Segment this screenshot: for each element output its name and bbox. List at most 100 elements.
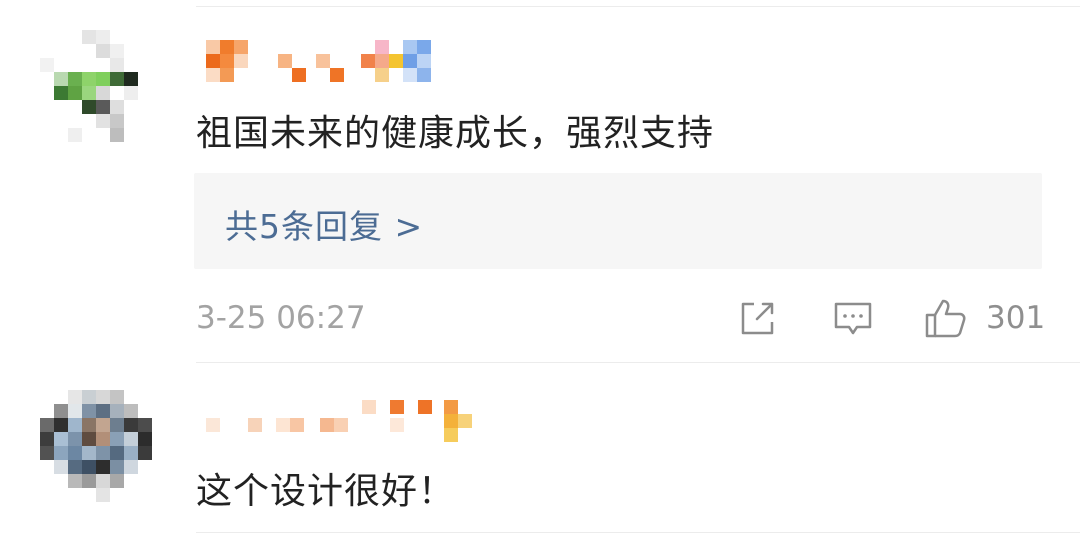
- avatar-pixel: [110, 418, 124, 432]
- avatar-pixel: [96, 446, 110, 460]
- avatar-pixel: [138, 432, 152, 446]
- username-pixel: [375, 54, 389, 68]
- like-count: 301: [986, 300, 1046, 336]
- username-pixel: [444, 414, 458, 428]
- username-pixel: [220, 40, 234, 54]
- avatar-pixel: [68, 432, 82, 446]
- avatar-pixel: [82, 474, 96, 488]
- comment-text: 祖国未来的健康成长，强烈支持: [196, 113, 715, 154]
- username-pixel: [361, 54, 375, 68]
- username-pixel: [316, 54, 330, 68]
- avatar-pixel: [96, 86, 110, 100]
- comment-text: 这个设计很好！: [196, 471, 456, 512]
- avatar-pixel: [124, 72, 138, 86]
- avatar-pixel: [110, 474, 124, 488]
- username-pixel: [458, 414, 472, 428]
- username-pixel: [320, 418, 334, 432]
- username-pixel: [276, 418, 290, 432]
- comment-icon: [834, 302, 872, 335]
- username-pixel: [417, 68, 431, 82]
- avatar-pixel: [96, 44, 110, 58]
- username-pixel: [418, 400, 432, 414]
- avatar-pixel: [82, 460, 96, 474]
- avatar-pixel: [110, 114, 124, 128]
- avatar-pixel: [96, 460, 110, 474]
- avatar-pixel: [96, 390, 110, 404]
- username-pixel: [206, 418, 220, 432]
- avatar-pixel: [110, 390, 124, 404]
- avatar-pixel: [124, 446, 138, 460]
- username-pixel: [220, 68, 234, 82]
- replies-box[interactable]: 共5条回复 >: [194, 173, 1042, 269]
- avatar-pixel: [96, 30, 110, 44]
- username-pixel: [403, 40, 417, 54]
- avatar-pixel: [68, 474, 82, 488]
- avatar-pixel: [54, 460, 68, 474]
- avatar-pixel: [82, 100, 96, 114]
- share-icon: [741, 302, 774, 335]
- bottom-divider: [196, 532, 1080, 533]
- avatar-pixel: [96, 72, 110, 86]
- avatar-pixel: [82, 418, 96, 432]
- avatar-pixel: [54, 432, 68, 446]
- share-button[interactable]: [736, 296, 780, 340]
- username-pixel: [248, 418, 262, 432]
- username-pixelated[interactable]: [196, 400, 496, 444]
- avatar-pixel: [82, 72, 96, 86]
- avatar-pixel: [138, 446, 152, 460]
- username-pixel: [403, 68, 417, 82]
- avatar-pixel: [82, 432, 96, 446]
- comment-timestamp: 3-25 06:27: [196, 300, 366, 336]
- avatar-pixel: [96, 404, 110, 418]
- avatar-pixel: [124, 86, 138, 100]
- username-pixel: [234, 40, 248, 54]
- avatar-pixel: [124, 432, 138, 446]
- username-pixel: [292, 68, 306, 82]
- avatar-pixel: [82, 390, 96, 404]
- username-pixel: [375, 40, 389, 54]
- username-pixel: [375, 68, 389, 82]
- thumbs-up-icon: [925, 299, 966, 338]
- comment-item: 祖国未来的健康成长，强烈支持 共5条回复 > 3-25 06:27 301: [0, 0, 1080, 360]
- avatar-pixel: [110, 446, 124, 460]
- avatar-pixel: [68, 446, 82, 460]
- avatar-pixel: [82, 404, 96, 418]
- avatar[interactable]: [40, 390, 152, 502]
- avatar-pixel: [68, 418, 82, 432]
- username-pixel: [206, 40, 220, 54]
- username-pixel: [389, 54, 403, 68]
- username-pixel: [278, 54, 292, 68]
- username-pixel: [417, 40, 431, 54]
- comment-button[interactable]: [830, 296, 876, 340]
- avatar-pixel: [68, 72, 82, 86]
- avatar-pixel: [96, 100, 110, 114]
- avatar-pixel: [110, 72, 124, 86]
- username-pixel: [390, 400, 404, 414]
- username-pixel: [234, 54, 248, 68]
- avatar-pixel: [54, 86, 68, 100]
- username-pixel: [206, 68, 220, 82]
- username-pixel: [417, 54, 431, 68]
- username-pixel: [444, 400, 458, 414]
- avatar-pixel: [40, 418, 54, 432]
- avatar-pixel: [54, 446, 68, 460]
- avatar-pixel: [124, 460, 138, 474]
- avatar-pixel: [110, 44, 124, 58]
- avatar-pixel: [96, 474, 110, 488]
- avatar[interactable]: [40, 30, 152, 142]
- comment-meta-row: 3-25 06:27 301: [196, 296, 1046, 340]
- like-button[interactable]: [922, 296, 970, 340]
- view-replies-link[interactable]: 共5条回复 >: [225, 200, 423, 248]
- username-pixel: [206, 54, 220, 68]
- avatar-pixel: [124, 418, 138, 432]
- username-pixelated[interactable]: [196, 40, 456, 84]
- avatar-pixel: [54, 72, 68, 86]
- avatar-pixel: [110, 460, 124, 474]
- username-pixel: [362, 400, 376, 414]
- username-pixel: [334, 418, 348, 432]
- avatar-pixel: [82, 446, 96, 460]
- avatar-pixel: [110, 100, 124, 114]
- username-pixel: [220, 54, 234, 68]
- avatar-pixel: [96, 114, 110, 128]
- avatar-pixel: [110, 58, 124, 72]
